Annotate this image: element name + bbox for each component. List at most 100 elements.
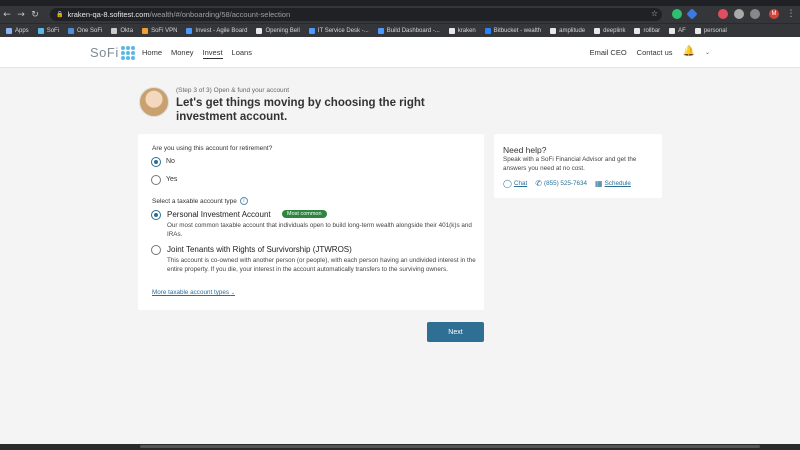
calendar-icon: ▦ xyxy=(595,179,603,188)
bookmark-favicon-icon xyxy=(111,27,118,34)
bookmark-item[interactable]: Okta xyxy=(111,27,134,34)
nav-money[interactable]: Money xyxy=(171,48,194,59)
bookmark-label: deeplink xyxy=(603,27,626,34)
bookmark-label: rollbar xyxy=(643,27,661,34)
personal-account-description: Our most common taxable account that ind… xyxy=(167,222,472,238)
extension-icon[interactable] xyxy=(734,9,744,19)
next-button[interactable]: Next xyxy=(427,322,484,342)
bookmark-star-icon[interactable]: ☆ xyxy=(651,9,658,18)
bookmark-favicon-icon xyxy=(484,27,491,34)
account-type-label: Select a taxable account type i xyxy=(152,197,248,205)
bookmark-item[interactable]: Invest - Agile Board xyxy=(186,27,247,34)
bookmark-favicon-icon xyxy=(594,27,601,34)
schedule-label: Schedule xyxy=(604,180,631,187)
retirement-no-label: No xyxy=(166,158,175,165)
main-nav: Home Money Invest Loans xyxy=(142,48,252,59)
nav-invest[interactable]: Invest xyxy=(202,48,223,59)
nav-home[interactable]: Home xyxy=(142,48,162,59)
bookmark-item[interactable]: amplitude xyxy=(550,27,586,34)
bookmark-favicon-icon xyxy=(377,27,384,34)
bookmark-item[interactable]: One SoFi xyxy=(68,27,102,34)
bookmark-item[interactable]: Apps xyxy=(6,27,29,34)
bookmark-favicon-icon xyxy=(308,27,315,34)
retirement-yes-label: Yes xyxy=(166,176,178,183)
personal-account-radio[interactable] xyxy=(151,210,161,220)
bookmark-item[interactable]: kraken xyxy=(448,27,476,34)
nav-loans[interactable]: Loans xyxy=(232,48,252,59)
bookmark-label: personal xyxy=(703,27,727,34)
phone-link[interactable]: ✆ (855) 525-7634 xyxy=(535,179,587,188)
bookmark-label: amplitude xyxy=(559,27,586,34)
retirement-question: Are you using this account for retiremen… xyxy=(152,145,273,152)
menu-kebab-icon[interactable]: ⋮ xyxy=(784,9,798,19)
forward-icon[interactable]: → xyxy=(14,10,28,20)
bookmark-item[interactable]: SoFi VPN xyxy=(142,27,178,34)
right-nav: Email CEO Contact us 🔔 ⌄ xyxy=(590,46,710,58)
retirement-yes-radio[interactable] xyxy=(151,175,161,185)
bookmark-item[interactable]: personal xyxy=(694,27,727,34)
email-ceo-link[interactable]: Email CEO xyxy=(590,48,627,57)
bookmark-favicon-icon xyxy=(550,27,557,34)
bookmark-item[interactable]: AF xyxy=(669,27,686,34)
bookmark-favicon-icon xyxy=(68,27,75,34)
jtwros-account-radio[interactable] xyxy=(151,245,161,255)
more-account-types-link[interactable]: More taxable account types ⌄ xyxy=(152,289,235,296)
bookmark-item[interactable]: rollbar xyxy=(634,27,661,34)
most-common-badge: Most common xyxy=(282,210,327,218)
chat-link[interactable]: ◯ Chat xyxy=(503,179,527,188)
bell-icon[interactable]: 🔔 xyxy=(683,46,695,57)
chat-label: Chat xyxy=(513,180,528,187)
bookmark-label: SoFi VPN xyxy=(151,27,178,34)
bookmark-item[interactable]: deeplink xyxy=(594,27,626,34)
page-title: Let's get things moving by choosing the … xyxy=(176,97,425,123)
sofi-logo[interactable]: SoFi xyxy=(90,45,135,60)
bookmark-label: SoFi xyxy=(46,27,60,34)
phone-label: (855) 525-7634 xyxy=(543,180,588,187)
step-indicator: (Step 3 of 3) Open & fund your account xyxy=(176,87,290,94)
bookmark-label: Bitbucket - wealth xyxy=(493,27,542,34)
bookmark-label: AF xyxy=(678,27,686,34)
more-account-types-label: More taxable account types xyxy=(152,289,230,296)
retirement-no-radio[interactable] xyxy=(151,157,161,167)
bookmark-item[interactable]: Bitbucket - wealth xyxy=(484,27,542,34)
account-selection-card: Are you using this account for retiremen… xyxy=(138,134,484,310)
back-icon[interactable]: ← xyxy=(0,10,14,20)
lock-icon: 🔒 xyxy=(56,11,64,18)
help-title: Need help? xyxy=(503,145,547,155)
extension-icon[interactable] xyxy=(686,8,698,20)
bottom-scrollbar[interactable] xyxy=(0,444,800,450)
extension-icon[interactable] xyxy=(750,9,760,19)
bookmark-favicon-icon xyxy=(6,27,12,34)
phone-icon: ✆ xyxy=(535,179,542,188)
bookmark-item[interactable]: Opening Bell xyxy=(256,27,300,34)
bookmark-favicon-icon xyxy=(634,27,641,34)
bookmark-favicon-icon xyxy=(694,27,701,34)
info-icon[interactable]: i xyxy=(239,197,248,205)
bookmark-label: Opening Bell xyxy=(265,27,300,34)
chevron-down-icon: ⌄ xyxy=(230,290,235,296)
schedule-link[interactable]: ▦ Schedule xyxy=(595,179,631,188)
jtwros-account-description: This account is co-owned with another pe… xyxy=(167,257,476,273)
bookmark-favicon-icon xyxy=(142,27,149,34)
reload-icon[interactable]: ↻ xyxy=(28,10,42,20)
url-host: kraken-qa-8.sofitest.com xyxy=(67,10,150,19)
address-bar[interactable]: 🔒 kraken-qa-8.sofitest.com/wealth/#/onbo… xyxy=(50,8,662,21)
account-type-label-text: Select a taxable account type xyxy=(152,197,237,205)
chevron-down-icon[interactable]: ⌄ xyxy=(705,49,710,56)
logo-text: SoFi xyxy=(90,45,119,60)
extension-icon[interactable] xyxy=(718,9,728,19)
bookmark-label: Okta xyxy=(120,27,134,34)
jtwros-account-title[interactable]: Joint Tenants with Rights of Survivorshi… xyxy=(167,245,352,254)
bookmark-item[interactable]: SoFi xyxy=(37,27,60,34)
bookmark-item[interactable]: IT Service Desk -... xyxy=(308,27,369,34)
help-text: Speak with a SoFi Financial Advisor and … xyxy=(503,156,637,172)
bookmark-item[interactable]: Build Dashboard -... xyxy=(377,27,440,34)
bookmarks-bar: Apps SoFi One SoFi Okta SoFi VPN Invest - Agi… xyxy=(0,23,800,37)
extension-icon[interactable] xyxy=(672,9,682,19)
contact-us-link[interactable]: Contact us xyxy=(637,48,673,57)
chat-bubble-icon: ◯ xyxy=(503,179,512,188)
profile-avatar-icon[interactable]: M xyxy=(769,9,779,19)
url-path: /wealth/#/onboarding/58/account-selectio… xyxy=(149,10,291,19)
bookmark-favicon-icon xyxy=(669,27,676,34)
personal-account-title[interactable]: Personal Investment Account xyxy=(167,210,271,219)
